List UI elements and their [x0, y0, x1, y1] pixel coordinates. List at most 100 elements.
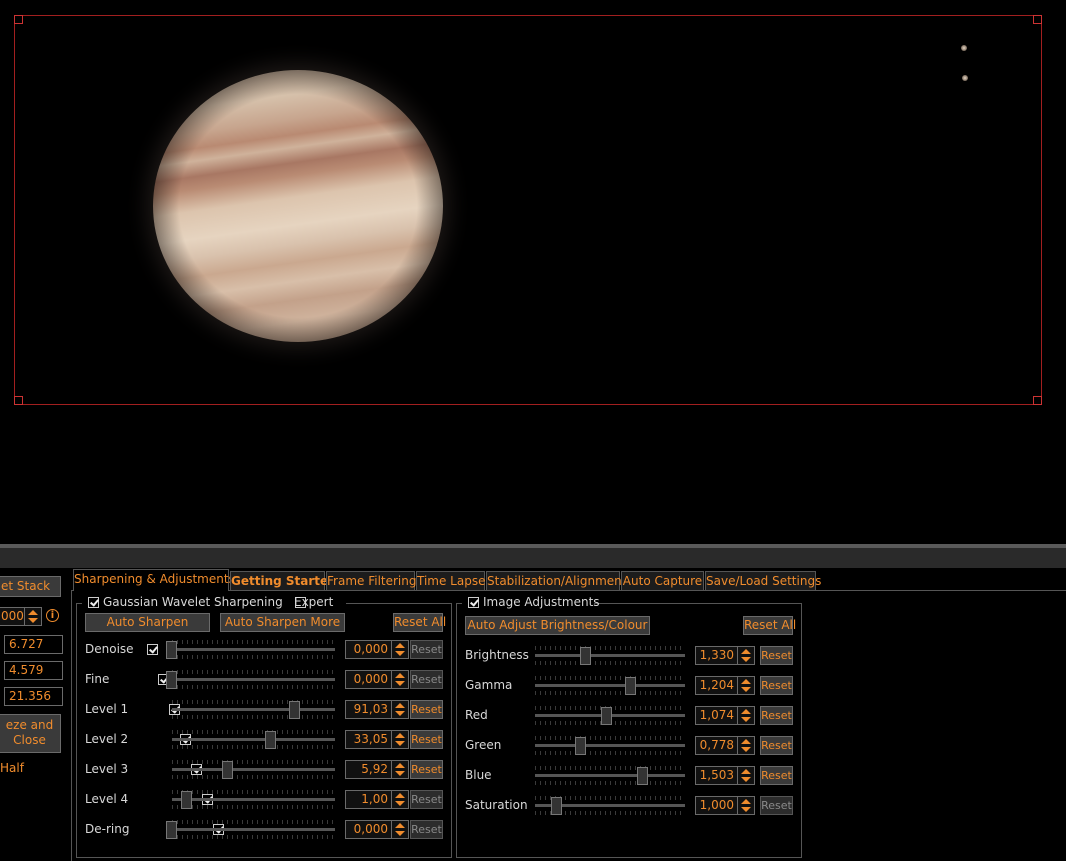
tab-auto-capture[interactable]: Auto Capture [621, 571, 704, 591]
slider-track[interactable] [172, 738, 335, 741]
tab-sharpening-adjustments[interactable]: Sharpening & Adjustments [73, 569, 235, 591]
slider-track[interactable] [172, 648, 335, 651]
reset-button[interactable]: Reset [760, 646, 793, 665]
slider-thumb[interactable] [601, 707, 612, 725]
slider-ticks [172, 835, 335, 839]
value-spinner[interactable]: 33,05 [345, 730, 409, 749]
roi-handle-top-left[interactable] [14, 15, 23, 24]
slider-thumb[interactable] [637, 767, 648, 785]
spin-arrows-icon[interactable] [391, 671, 408, 688]
info-icon[interactable]: i [46, 609, 59, 622]
tab-save-load-settings[interactable]: Save/Load Settings [705, 571, 821, 591]
spin-arrows-icon[interactable] [391, 731, 408, 748]
spin-arrows-icon[interactable] [737, 737, 754, 754]
roi-rectangle[interactable] [14, 15, 1042, 405]
reset-button[interactable]: Reset [760, 796, 793, 815]
value-spinner[interactable]: 1,204 [695, 676, 755, 695]
value-spinner[interactable]: 0,000 [345, 670, 409, 689]
spin-arrows-icon[interactable] [737, 707, 754, 724]
value-spinner[interactable]: 0,000 [345, 640, 409, 659]
reset-button[interactable]: Reset [410, 760, 443, 779]
slider-thumb[interactable] [289, 701, 300, 719]
reset-button[interactable]: Reset [760, 706, 793, 725]
slider-ticks [172, 640, 335, 644]
slider-ticks [172, 820, 335, 824]
slider-track[interactable] [535, 774, 685, 777]
slider-ticks [535, 646, 685, 650]
stack-count-spinner[interactable]: 000 [0, 607, 42, 626]
slider-track[interactable] [172, 768, 335, 771]
spin-arrows-icon[interactable] [391, 701, 408, 718]
reset-button[interactable]: Reset [760, 676, 793, 695]
wavelet-enable-checkbox[interactable] [88, 597, 99, 608]
slider-thumb[interactable] [625, 677, 636, 695]
freeze-line-1: eze and [5, 718, 54, 732]
value-spinner[interactable]: 91,03 [345, 700, 409, 719]
tab-getting-started[interactable]: Getting Started [230, 571, 337, 591]
stack-button[interactable]: et Stack [0, 576, 61, 597]
slider-track[interactable] [172, 798, 335, 801]
slider-track[interactable] [172, 678, 335, 681]
level-enable-checkbox[interactable] [147, 644, 158, 655]
half-label: Half [0, 761, 24, 775]
slider-track[interactable] [535, 744, 685, 747]
sharpening-reset-all-button[interactable]: Reset All [393, 613, 446, 632]
spin-arrows-icon[interactable] [391, 791, 408, 808]
value-spinner[interactable]: 1,000 [695, 796, 755, 815]
tab-stabilization-alignment[interactable]: Stabilization/Alignment [486, 571, 626, 591]
roi-handle-bottom-right[interactable] [1033, 396, 1042, 405]
adjustments-reset-all-button[interactable]: Reset All [743, 616, 796, 635]
tab-frame-filtering[interactable]: Frame Filtering [326, 571, 416, 591]
roi-handle-top-right[interactable] [1033, 15, 1042, 24]
slider-ticks [172, 700, 335, 704]
panel-splitter[interactable] [0, 544, 1066, 568]
slider-thumb[interactable] [166, 641, 177, 659]
auto-adjust-button[interactable]: Auto Adjust Brightness/Colour [465, 616, 650, 635]
spin-arrows-icon[interactable] [737, 797, 754, 814]
slider-track[interactable] [535, 654, 685, 657]
reset-button[interactable]: Reset [410, 820, 443, 839]
slider-thumb[interactable] [181, 791, 192, 809]
value-spinner[interactable]: 5,92 [345, 760, 409, 779]
reset-button[interactable]: Reset [410, 730, 443, 749]
spin-arrows-icon[interactable] [737, 767, 754, 784]
spin-arrows-icon[interactable] [391, 761, 408, 778]
reset-button[interactable]: Reset [410, 790, 443, 809]
roi-handle-bottom-left[interactable] [14, 396, 23, 405]
slider-track[interactable] [172, 828, 335, 831]
spin-arrows-icon[interactable] [391, 821, 408, 838]
spin-arrows-icon[interactable] [737, 677, 754, 694]
slider-ticks [535, 661, 685, 665]
value-spinner[interactable]: 0,000 [345, 820, 409, 839]
reset-button[interactable]: Reset [410, 700, 443, 719]
auto-sharpen-button[interactable]: Auto Sharpen [85, 613, 210, 632]
value-spinner[interactable]: 1,00 [345, 790, 409, 809]
value-spinner[interactable]: 1,330 [695, 646, 755, 665]
slider-thumb[interactable] [166, 671, 177, 689]
reset-button[interactable]: Reset [410, 640, 443, 659]
spin-arrows-icon[interactable] [24, 608, 41, 625]
slider-thumb[interactable] [222, 761, 233, 779]
value-spinner[interactable]: 1,074 [695, 706, 755, 725]
auto-sharpen-more-button[interactable]: Auto Sharpen More [220, 613, 345, 632]
slider-label: Blue [465, 768, 492, 782]
spin-arrows-icon[interactable] [737, 647, 754, 664]
reset-button[interactable]: Reset [760, 736, 793, 755]
slider-thumb[interactable] [265, 731, 276, 749]
adjustments-enable-checkbox[interactable] [468, 597, 479, 608]
slider-track[interactable] [535, 684, 685, 687]
freeze-and-close-button[interactable]: eze and Close [0, 714, 61, 753]
value-spinner[interactable]: 1,503 [695, 766, 755, 785]
slider-thumb[interactable] [551, 797, 562, 815]
preview-viewport[interactable] [0, 0, 1066, 544]
reset-button[interactable]: Reset [760, 766, 793, 785]
slider-thumb[interactable] [166, 821, 177, 839]
reset-button[interactable]: Reset [410, 670, 443, 689]
value-spinner[interactable]: 0,778 [695, 736, 755, 755]
slider-track[interactable] [172, 708, 335, 711]
spin-arrows-icon[interactable] [391, 641, 408, 658]
slider-thumb[interactable] [580, 647, 591, 665]
slider-thumb[interactable] [575, 737, 586, 755]
tab-time-lapse[interactable]: Time Lapse [416, 571, 485, 591]
spinner-value: 0,778 [699, 738, 734, 752]
